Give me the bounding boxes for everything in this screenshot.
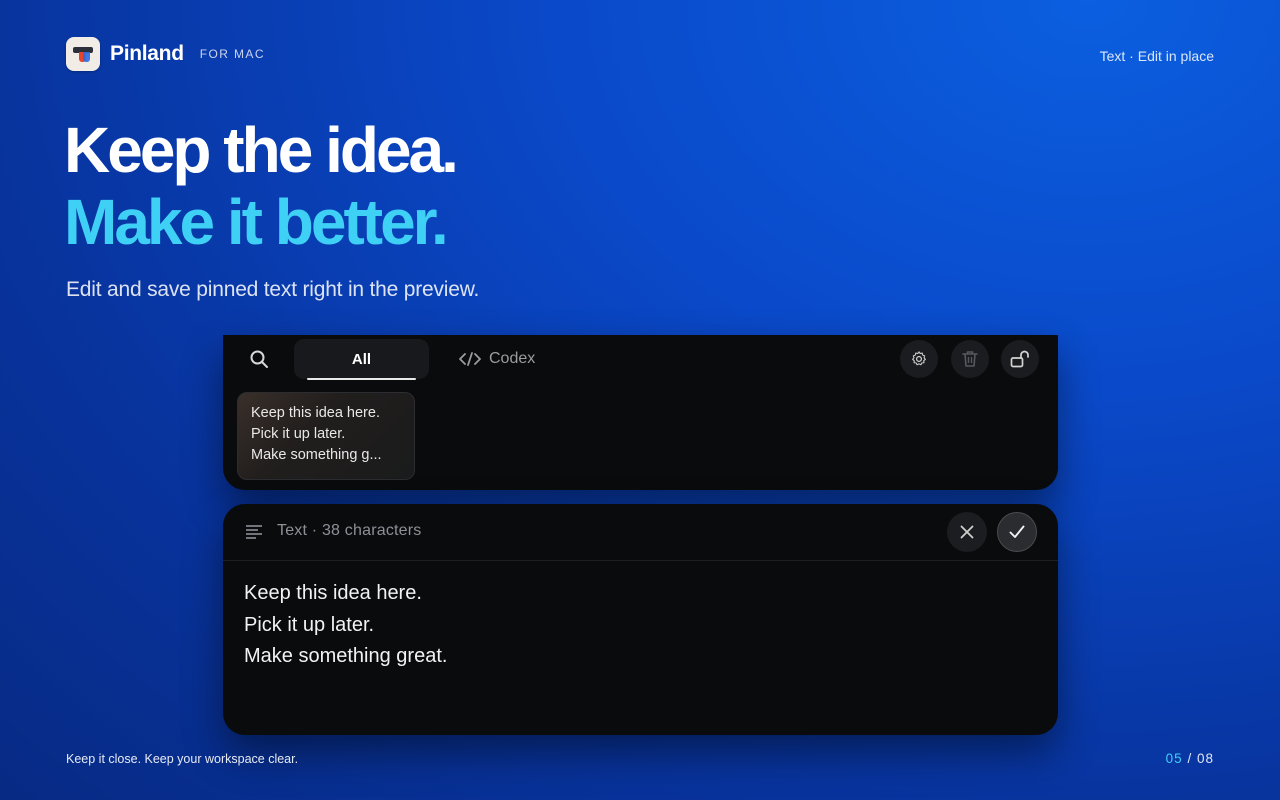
brand-tag: FOR MAC — [199, 47, 265, 61]
search-icon[interactable] — [247, 347, 271, 371]
settings-button[interactable] — [900, 340, 938, 378]
editor-line: Pick it up later. — [244, 613, 375, 636]
hero-line-1: Keep the idea. — [64, 114, 459, 186]
delete-button[interactable] — [951, 340, 989, 378]
brand: Pinland FOR MAC — [66, 37, 265, 71]
trash-icon — [962, 351, 978, 367]
gear-icon — [912, 351, 926, 366]
page-total: 08 — [1196, 751, 1214, 766]
pin-card[interactable]: Keep this idea here. Pick it up later. M… — [237, 392, 415, 480]
pin-logo-icon — [66, 37, 100, 71]
editor-header: Text · 38 characters — [223, 504, 1058, 561]
editor-text-area[interactable]: Keep this idea here. Pick it up later. M… — [244, 578, 447, 673]
pin-card-line: Make something g... — [251, 447, 382, 463]
unlock-icon — [1010, 350, 1029, 368]
editor-line: Keep this idea here. — [244, 582, 422, 604]
editor-line: Make something great. — [244, 645, 448, 667]
code-icon — [459, 351, 481, 367]
pin-browser-panel: All Codex Keep this idea here. Pick it u… — [223, 335, 1058, 490]
pin-card-line: Pick it up later. — [251, 426, 346, 442]
hero-line-2: Make it better. — [64, 186, 449, 258]
lock-toggle-button[interactable] — [1001, 340, 1039, 378]
tab-all[interactable]: All — [294, 339, 429, 380]
editor-title: Text · 38 characters — [277, 522, 422, 539]
save-button[interactable] — [997, 512, 1037, 552]
tab-codex-label: Codex — [489, 350, 536, 367]
toolbar: All Codex — [223, 335, 1058, 383]
pin-card-line: Keep this idea here. — [251, 405, 380, 421]
check-icon — [1009, 525, 1025, 538]
tab-codex[interactable]: Codex — [459, 347, 535, 371]
text-lines-icon — [245, 524, 263, 545]
cancel-button[interactable] — [947, 512, 987, 552]
page-separator: / — [1187, 751, 1193, 766]
text-editor-panel: Text · 38 characters Keep this idea here… — [223, 504, 1058, 735]
close-icon — [960, 525, 974, 539]
hero-subtitle: Edit and save pinned text right in the p… — [66, 278, 480, 301]
active-tab-indicator — [307, 378, 416, 380]
tab-all-label: All — [351, 350, 372, 368]
page-indicator: 05 / 08 — [1166, 751, 1214, 766]
footer-tagline: Keep it close. Keep your workspace clear… — [66, 752, 299, 766]
section-label: Text · Edit in place — [1099, 48, 1214, 64]
brand-name: Pinland — [110, 42, 184, 65]
page-current: 05 — [1165, 751, 1183, 766]
